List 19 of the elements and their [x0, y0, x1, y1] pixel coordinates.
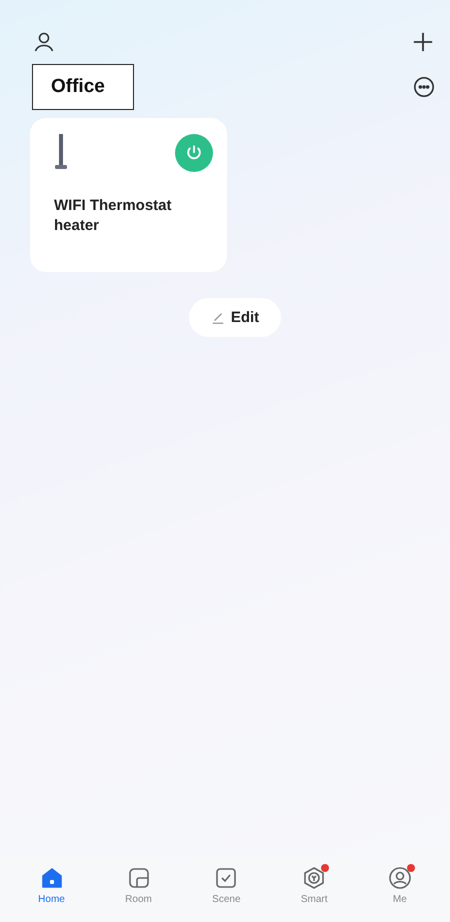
nav-tab[interactable]: Scene — [206, 865, 247, 906]
add-icon[interactable] — [412, 31, 434, 53]
checkbox-icon — [214, 866, 238, 890]
home-icon — [40, 866, 64, 890]
room-icon — [126, 866, 150, 890]
heater-icon — [54, 134, 68, 170]
nav-tab[interactable]: Me — [382, 865, 418, 906]
device-name: WIFI Thermostat heater — [54, 196, 173, 235]
edit-button[interactable]: Edit — [188, 298, 282, 337]
device-card[interactable]: WIFI Thermostat heater — [30, 118, 227, 272]
user-icon — [388, 866, 412, 890]
nav-tab[interactable]: Smart — [294, 865, 334, 906]
pencil-icon — [210, 310, 225, 324]
smart-icon — [302, 866, 326, 890]
room-title: Office — [32, 64, 134, 110]
profile-icon[interactable] — [32, 30, 56, 54]
nav-tab[interactable]: Home — [32, 865, 71, 906]
nav-tab[interactable]: Room — [119, 865, 158, 906]
more-icon[interactable] — [413, 76, 435, 98]
